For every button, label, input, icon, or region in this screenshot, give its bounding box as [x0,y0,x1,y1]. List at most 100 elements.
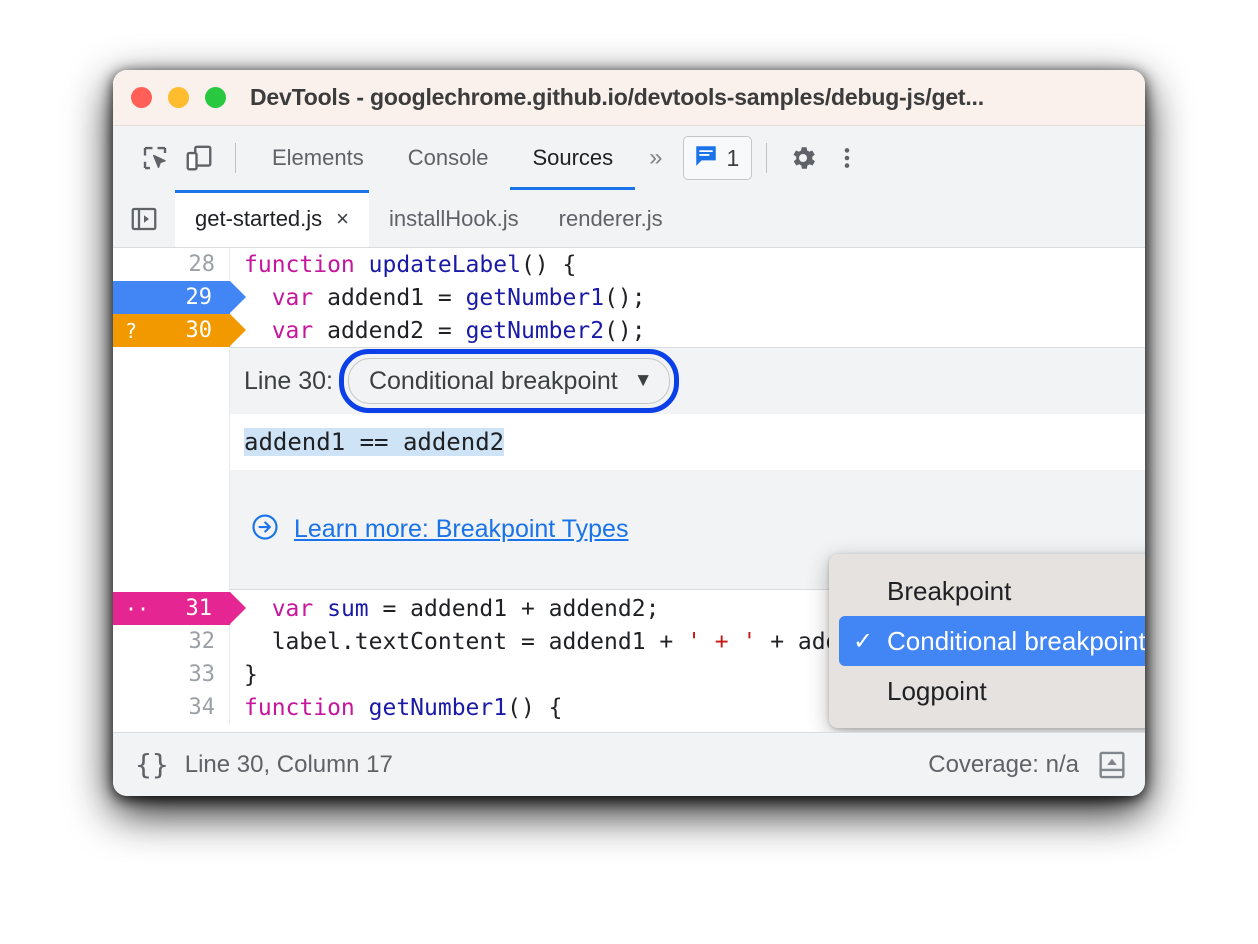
code-line-text: function updateLabel() { [230,252,1145,278]
more-panels-label: » [649,144,663,171]
message-count: 1 [726,144,740,171]
code-token: sum [327,595,369,622]
code-token: updateLabel [368,251,521,278]
breakpoint-marker-symbol: ·· [125,596,150,621]
breakpoint-marker-symbol: ? [125,318,138,343]
code-token: addend1 = [327,284,466,311]
breakpoint-type-highlight-ring: Conditional breakpoint ▼ [338,349,679,413]
file-tab-renderer[interactable]: renderer.js [539,190,683,247]
pretty-print-icon[interactable]: {} [135,748,169,781]
code-line-text: var addend1 = getNumber1(); [230,285,1145,311]
line-number[interactable]: 33 [113,658,230,691]
toolbar-divider [235,143,236,173]
dropdown-item-breakpoint[interactable]: Breakpoint [839,566,1145,616]
code-token: label.textContent = addend1 + [244,628,688,655]
breakpoint-type-row: Line 30: Conditional breakpoint ▼ [230,348,1145,414]
tab-elements-label: Elements [272,145,364,170]
line-number-label: 29 [185,285,213,310]
file-tab-installhook[interactable]: installHook.js [369,190,539,247]
toolbar-divider-2 [766,143,768,173]
three-dot-menu-icon[interactable] [825,136,869,180]
line-number-label: 32 [188,629,216,654]
code-token: () { [507,694,563,721]
minimize-window-button[interactable] [168,87,189,108]
show-navigator-icon[interactable] [113,190,175,247]
screenshot-root: DevTools - googlechrome.github.io/devtoo… [0,0,1258,944]
breakpoint-type-value: Conditional breakpoint [368,366,618,395]
tab-console[interactable]: Console [386,126,511,190]
code-line: 28 function updateLabel() { [113,248,1145,281]
line-number-label: 30 [185,318,213,343]
gear-icon[interactable] [781,136,825,180]
code-token: = addend1 + addend2; [368,595,660,622]
breakpoint-marker-logp[interactable]: ·· 31 [113,592,246,625]
code-token: var [271,284,328,311]
devtools-toolbar: Elements Console Sources » 1 [113,126,1145,190]
device-toolbar-icon[interactable] [177,136,221,180]
close-icon[interactable]: × [336,207,349,230]
dropdown-item-logpoint[interactable]: Logpoint [839,666,1145,716]
dropdown-item-label: Conditional breakpoint [887,625,1145,656]
tab-console-label: Console [407,145,489,170]
file-tab-label: renderer.js [558,205,663,231]
code-token: var [271,317,328,344]
line-number[interactable]: 32 [113,625,230,658]
code-token: getNumber1 [368,694,508,721]
breakpoint-editor-gutter-fill [113,347,230,590]
code-line: 29 var addend1 = getNumber1(); [113,281,1145,314]
maximize-window-button[interactable] [205,87,226,108]
breakpoint-type-dropdown-menu[interactable]: Breakpoint ✓ Conditional breakpoint Logpoin… [829,554,1145,728]
code-token: } [244,661,258,688]
code-token: getNumber1 [465,284,605,311]
code-token: (); [604,284,646,311]
breakpoint-marker-cond[interactable]: ? 30 [113,314,246,347]
code-token: addend2 = [327,317,466,344]
line-number[interactable]: 34 [113,691,230,724]
code-lines-top: 28 function updateLabel() {29 var addend1… [113,248,1145,347]
code-line: ? 30 var addend2 = getNumber2(); [113,314,1145,347]
code-token: getNumber2 [465,317,605,344]
tab-sources[interactable]: Sources [510,126,635,190]
code-line-text: var addend2 = getNumber2(); [230,318,1145,344]
more-panels-button[interactable]: » [635,126,676,190]
line-number-label: 31 [185,596,213,621]
code-token: function [244,694,369,721]
tab-sources-label: Sources [532,145,614,170]
cursor-position: Line 30, Column 17 [184,750,393,778]
file-tab-get-started[interactable]: get-started.js × [175,190,370,247]
check-icon: ✓ [853,627,874,655]
line-number-label: 33 [188,662,216,687]
learn-more-link[interactable]: Learn more: Breakpoint Types [294,515,628,544]
line-number-label: 34 [188,695,216,720]
tab-elements[interactable]: Elements [250,126,386,190]
breakpoint-type-select[interactable]: Conditional breakpoint ▼ [347,358,670,404]
code-token: ' + ' [687,628,757,655]
code-token: var [271,595,328,622]
chevron-down-icon: ▼ [633,370,653,391]
condition-input-wrapper[interactable]: addend1 == addend2 [230,414,1145,470]
coverage-status: Coverage: n/a [928,750,1079,778]
file-tab-label: get-started.js [195,205,323,231]
message-badge-button[interactable]: 1 [682,136,753,180]
close-window-button[interactable] [131,87,152,108]
condition-input[interactable]: addend1 == addend2 [244,428,505,456]
inspect-element-icon[interactable] [133,136,177,180]
show-drawer-icon[interactable] [1095,748,1129,782]
breakpoint-line-label: Line 30: [244,366,333,395]
traffic-lights [131,87,226,108]
dropdown-item-conditional-breakpoint[interactable]: ✓ Conditional breakpoint [839,616,1145,666]
window-title: DevTools - googlechrome.github.io/devtoo… [250,84,984,110]
editor-status-bar: {} Line 30, Column 17 Coverage: n/a [113,732,1145,796]
line-number[interactable]: 28 [113,248,230,281]
learn-more-row[interactable]: Learn more: Breakpoint Types [230,512,1145,546]
window-titlebar: DevTools - googlechrome.github.io/devtoo… [113,70,1145,126]
code-token: () { [520,251,577,278]
dropdown-item-label: Logpoint [887,675,987,706]
source-code-editor[interactable]: 28 function updateLabel() {29 var addend1… [113,248,1145,732]
breakpoint-marker-bp[interactable]: 29 [113,281,246,314]
arrow-right-circle-icon [250,512,280,546]
file-tab-strip: get-started.js × installHook.js renderer… [113,190,1145,248]
